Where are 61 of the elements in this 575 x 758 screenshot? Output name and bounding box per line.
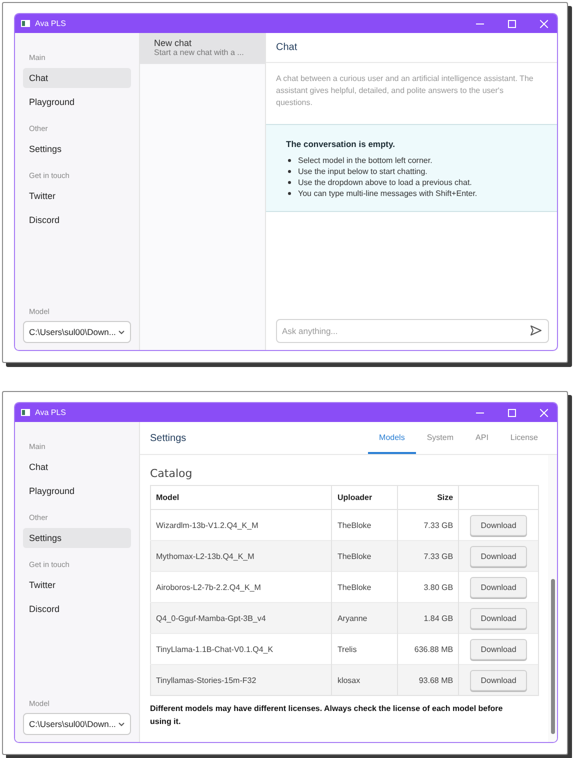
chat-list-item[interactable]: New chat Start a new chat with a ...: [140, 33, 265, 64]
section-title: Catalog: [150, 467, 194, 480]
notice-item: You can type multi-line messages with Shift+Enter.: [298, 189, 478, 198]
sidebar-item[interactable]: Chat: [23, 68, 131, 88]
maximize-icon[interactable]: [508, 408, 516, 416]
chevron-down-icon: [118, 722, 125, 726]
table-cell: TheBloke: [332, 540, 398, 572]
app-icon: [21, 409, 30, 416]
sidebar-item[interactable]: Discord: [23, 599, 131, 619]
sidebar-item[interactable]: Twitter: [23, 575, 131, 595]
message-input[interactable]: Ask anything...: [276, 319, 549, 343]
chat-header: Chat: [266, 33, 557, 63]
model-dropdown[interactable]: C:\Users\sul00\Down...: [23, 713, 131, 735]
app-icon: [21, 20, 30, 27]
bullet-icon: [288, 192, 291, 195]
window-title: Ava PLS: [35, 408, 67, 417]
download-button[interactable]: Download: [470, 670, 528, 690]
table-cell: klosax: [332, 664, 398, 696]
sidebar-item[interactable]: Playground: [23, 481, 131, 501]
model-dropdown[interactable]: C:\Users\sul00\Down...: [23, 321, 131, 343]
settings-tab[interactable]: API: [464, 422, 500, 454]
bullet-icon: [288, 170, 291, 173]
settings-tab[interactable]: License: [499, 422, 549, 454]
sidebar-item[interactable]: Playground: [23, 92, 131, 112]
window-title: Ava PLS: [35, 19, 67, 28]
notice-item: Use the dropdown above to load a previous chat.: [298, 178, 472, 187]
scrollbar[interactable]: [548, 455, 557, 742]
sidebar-item[interactable]: Discord: [23, 210, 131, 230]
close-icon[interactable]: [540, 20, 548, 28]
sidebar-item[interactable]: Settings: [23, 139, 131, 159]
column-header: Model: [150, 486, 332, 510]
table-cell: Mythomax-L2-13b.Q4_K_M: [150, 540, 332, 572]
sidebar-item[interactable]: Chat: [23, 457, 131, 477]
table-cell: 7.33 GB: [398, 540, 459, 572]
close-icon[interactable]: [540, 408, 548, 416]
chevron-down-icon: [118, 330, 125, 334]
notice-item: Select model in the bottom left corner.: [298, 156, 432, 165]
download-button[interactable]: Download: [470, 514, 528, 536]
download-button[interactable]: Download: [470, 576, 528, 598]
download-button[interactable]: Download: [470, 608, 528, 628]
table-cell: Q4_0-Gguf-Mamba-Gpt-3B_v4: [150, 602, 332, 634]
download-button[interactable]: Download: [470, 546, 528, 566]
settings-tab[interactable]: Models: [368, 422, 416, 454]
table-cell: 1.84 GB: [398, 602, 459, 634]
table-cell: Tinyllamas-Stories-15m-F32: [150, 664, 332, 696]
settings-tab[interactable]: System: [416, 422, 465, 454]
maximize-icon[interactable]: [508, 20, 516, 28]
download-button[interactable]: Download: [470, 638, 528, 660]
sidebar-item[interactable]: Settings: [23, 528, 131, 548]
settings-header: Settings: [150, 432, 186, 444]
bullet-icon: [288, 159, 291, 162]
table-cell: Aryanne: [332, 602, 398, 634]
bullet-icon: [288, 181, 291, 184]
sidebar-item[interactable]: Twitter: [23, 186, 131, 206]
send-icon[interactable]: [530, 325, 542, 336]
table-cell: 93.68 MB: [398, 664, 459, 696]
notice-item: Use the input below to start chatting.: [298, 167, 428, 176]
column-header: Uploader: [332, 486, 398, 510]
notice-heading: The conversation is empty.: [286, 139, 396, 149]
column-header: Size: [398, 486, 459, 510]
license-note: Different models may have different licenses. Always check the license of each model before using it.: [150, 703, 504, 728]
